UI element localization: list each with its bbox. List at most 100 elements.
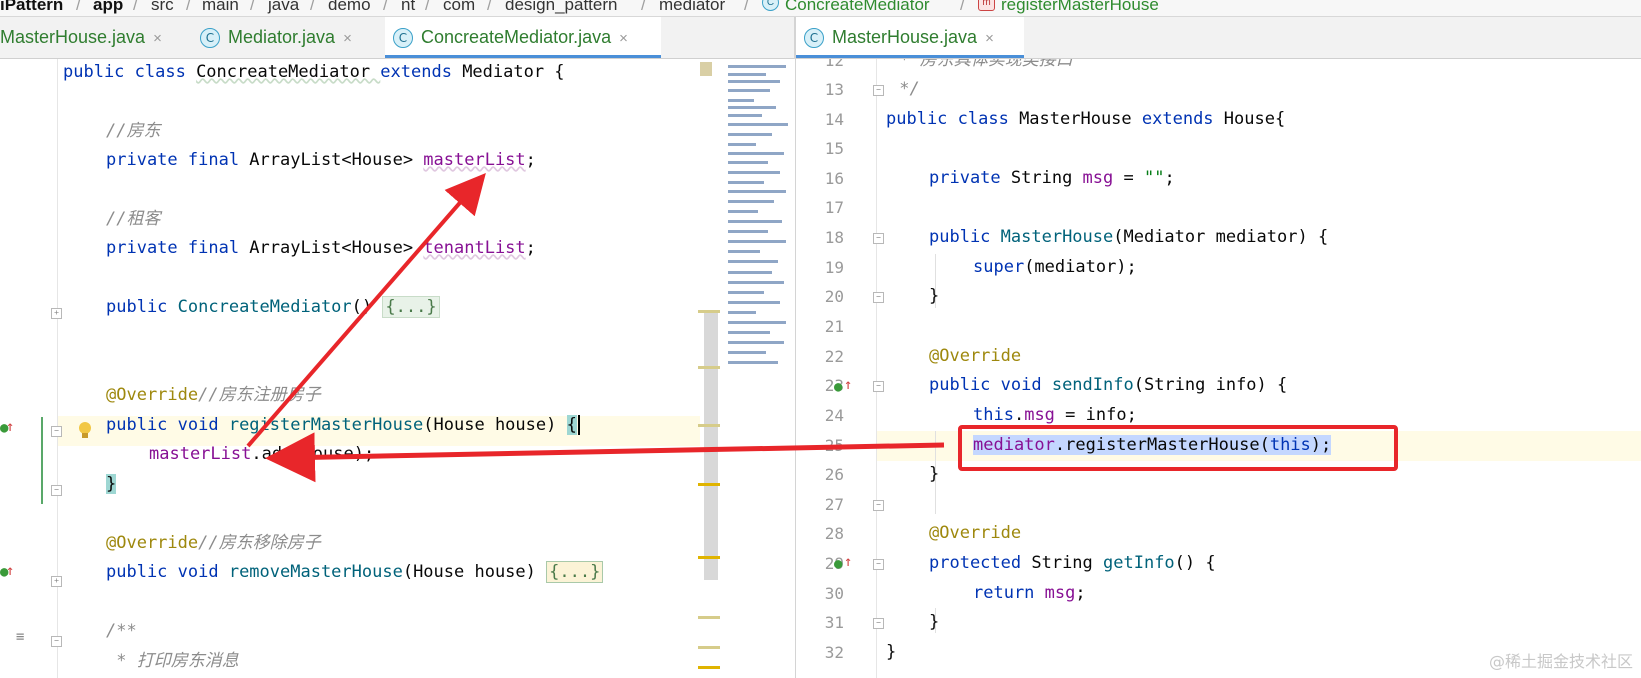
line-number: 19: [824, 258, 844, 277]
tab-mediator[interactable]: C Mediator.java ×: [192, 17, 360, 58]
code-line: private String msg = "";: [929, 168, 1175, 188]
breadcrumb-main[interactable]: main: [202, 0, 239, 13]
line-number: 27: [824, 495, 844, 514]
fold-toggle[interactable]: +: [51, 308, 62, 319]
tab-label: ConcreateMediator.java: [421, 27, 612, 47]
breadcrumb-nt[interactable]: nt: [401, 0, 415, 13]
line-number: 18: [824, 228, 844, 247]
left-editor[interactable]: + − − + − ● ↑ ● ↑ ≡ public class Concrea…: [0, 59, 795, 678]
close-icon[interactable]: ×: [153, 30, 162, 47]
javadoc-icon[interactable]: ≡: [16, 629, 24, 645]
folded-code[interactable]: {...}: [382, 296, 440, 318]
scroll-marker: [698, 616, 720, 619]
code-line: return msg;: [973, 583, 1086, 603]
breadcrumb-java[interactable]: java: [268, 0, 299, 13]
line-number: 22: [824, 347, 844, 366]
fold-toggle[interactable]: −: [51, 636, 62, 647]
breadcrumb-separator: /: [425, 0, 430, 14]
class-file-icon: C: [200, 28, 220, 49]
line-number: 25: [824, 436, 844, 455]
fold-toggle[interactable]: −: [873, 618, 884, 629]
breadcrumb-demo[interactable]: demo: [328, 0, 371, 13]
fold-toggle[interactable]: −: [873, 381, 884, 392]
fold-toggle[interactable]: −: [873, 233, 884, 244]
line-number: 13: [824, 80, 844, 99]
tab-concreatemediator[interactable]: C ConcreateMediator.java ×: [385, 17, 661, 58]
line-number: 14: [824, 110, 844, 129]
class-file-icon: C: [393, 28, 413, 49]
tab-label: MasterHouse.java: [832, 27, 978, 47]
breadcrumb-separator: /: [487, 0, 492, 14]
code-line: }: [929, 286, 940, 306]
code-line: }: [929, 612, 940, 632]
code-line: }: [929, 464, 940, 484]
code-line: protected String getInfo() {: [929, 553, 1216, 573]
code-line: public MasterHouse(Mediator mediator) {: [929, 227, 1329, 247]
line-number: 12: [824, 59, 844, 70]
fold-toggle[interactable]: −: [873, 559, 884, 570]
comment-line: //房东: [106, 121, 161, 141]
line-number: 17: [824, 198, 844, 217]
change-marker: [41, 417, 43, 504]
tab-masterhouse-left[interactable]: MasterHouse.java ×: [0, 17, 170, 58]
code-line: public class MasterHouse extends House{: [886, 109, 1286, 129]
breadcrumb-design-pattern[interactable]: design_pattern: [505, 0, 617, 13]
override-arrow-icon[interactable]: ↑: [844, 554, 852, 570]
folded-code[interactable]: {...}: [546, 561, 604, 583]
breadcrumb-project[interactable]: iPattern: [0, 0, 63, 13]
method-icon: m: [978, 0, 995, 11]
code-line: @Override: [929, 346, 1022, 366]
right-editor[interactable]: 12 13 14 15 16 17 18 19 20 21 22 23 24 2…: [796, 59, 1641, 678]
right-tab-bar: C MasterHouse.java ×: [796, 17, 1641, 59]
code-line: private final ArrayList<House> tenantLis…: [106, 238, 536, 258]
scroll-marker: [698, 646, 720, 649]
code-line: }: [886, 642, 897, 662]
javadoc-line: * 打印房东消息: [106, 651, 239, 671]
breadcrumb-separator: /: [250, 0, 255, 14]
fold-toggle[interactable]: −: [51, 426, 62, 437]
breadcrumb-app[interactable]: app: [93, 0, 123, 13]
scroll-marker: [698, 666, 720, 669]
code-line: public void removeMasterHouse(House hous…: [106, 557, 604, 587]
tab-masterhouse-right[interactable]: C MasterHouse.java ×: [796, 17, 1024, 58]
close-icon[interactable]: ×: [619, 30, 628, 47]
comment-line: //租客: [106, 209, 161, 229]
code-line: @Override: [929, 523, 1022, 543]
fold-toggle[interactable]: −: [873, 85, 884, 96]
code-line: @Override//房东注册房子: [106, 385, 321, 405]
close-icon[interactable]: ×: [985, 30, 994, 47]
lightbulb-icon[interactable]: [76, 421, 94, 441]
code-line: public void registerMasterHouse(House ho…: [106, 410, 580, 440]
minimap-marker: [700, 62, 712, 76]
override-arrow-icon[interactable]: ↑: [844, 377, 852, 393]
breadcrumb-method-label: registerMasterHouse: [1001, 0, 1159, 14]
line-number: 20: [824, 287, 844, 306]
line-number: 32: [824, 643, 844, 662]
close-icon[interactable]: ×: [343, 30, 352, 47]
fold-toggle[interactable]: +: [51, 576, 62, 587]
line-number: 26: [824, 465, 844, 484]
scroll-marker: [698, 424, 720, 427]
override-arrow-icon[interactable]: ↑: [6, 563, 14, 579]
implements-icon[interactable]: ●: [834, 379, 842, 395]
override-arrow-icon[interactable]: ↑: [6, 419, 14, 435]
scrollbar-thumb[interactable]: [704, 310, 718, 580]
code-line: masterList.add(house);: [149, 444, 375, 464]
breadcrumb-class[interactable]: C ConcreateMediator: [762, 0, 930, 16]
line-number: 31: [824, 613, 844, 632]
code-line: }: [106, 474, 117, 494]
breadcrumb-src[interactable]: src: [151, 0, 174, 13]
breadcrumb-method[interactable]: m registerMasterHouse: [978, 0, 1159, 16]
breadcrumb-separator: /: [641, 0, 646, 14]
implements-icon[interactable]: ●: [834, 556, 842, 572]
breadcrumb-mediator[interactable]: mediator: [659, 0, 725, 13]
fold-toggle[interactable]: −: [51, 485, 62, 496]
code-line: private final ArrayList<House> masterLis…: [106, 150, 536, 170]
breadcrumb-separator: /: [310, 0, 315, 14]
breadcrumb-separator: /: [383, 0, 388, 14]
fold-toggle[interactable]: −: [873, 500, 884, 511]
line-number: 28: [824, 524, 844, 543]
left-gutter: [0, 59, 58, 678]
breadcrumb-com[interactable]: com: [443, 0, 475, 13]
fold-toggle[interactable]: −: [873, 292, 884, 303]
